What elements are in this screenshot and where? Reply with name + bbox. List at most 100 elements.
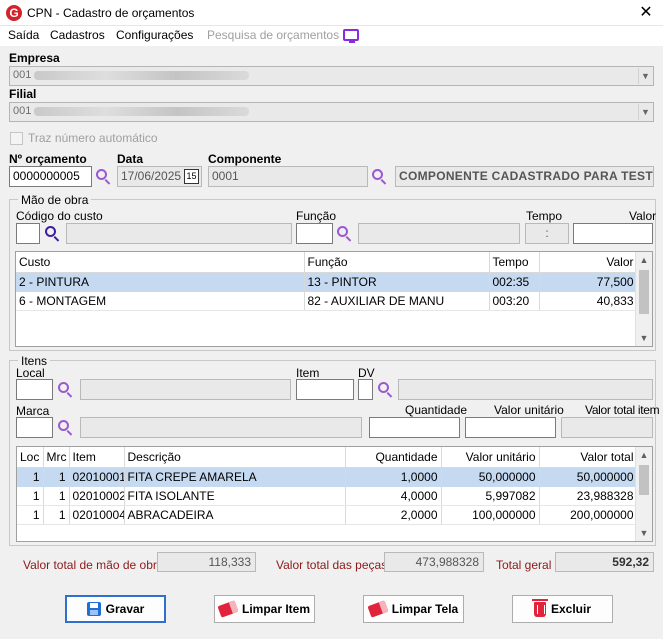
limpar-item-button[interactable]: Limpar Item bbox=[214, 595, 315, 623]
close-icon[interactable]: ✕ bbox=[636, 3, 656, 23]
column-header[interactable]: Loc bbox=[17, 447, 44, 468]
column-header[interactable]: Valor bbox=[539, 252, 638, 273]
table-row[interactable]: 2 - PINTURA 13 - PINTOR 002:35 77,500 bbox=[16, 272, 638, 292]
table-cell: 1 bbox=[43, 486, 70, 506]
dv-input[interactable] bbox=[358, 379, 373, 400]
vertical-scrollbar[interactable]: ▲ ▼ bbox=[635, 447, 652, 541]
mao-obra-title: Mão de obra bbox=[18, 193, 92, 207]
table-cell: 23,988328 bbox=[539, 486, 638, 506]
column-header[interactable]: Valor unitário bbox=[441, 447, 540, 468]
menu-saida[interactable]: Saída bbox=[8, 28, 39, 42]
valor-input[interactable] bbox=[573, 223, 653, 244]
data-value: 17/06/2025 bbox=[121, 169, 182, 183]
table-cell: 2 - PINTURA bbox=[16, 272, 305, 292]
table-row[interactable]: 1 1 02010002 FITA ISOLANTE 4,0000 5,9970… bbox=[17, 486, 638, 506]
chevron-up-icon[interactable]: ▲ bbox=[636, 252, 652, 268]
search-icon[interactable] bbox=[336, 225, 354, 243]
valor-unitario-label: Valor unitário bbox=[494, 403, 564, 417]
column-header[interactable]: Quantidade bbox=[345, 447, 442, 468]
funcao-input[interactable] bbox=[296, 223, 333, 244]
search-icon[interactable] bbox=[371, 168, 389, 186]
calendar-icon[interactable]: 15 bbox=[184, 169, 199, 184]
codigo-custo-input[interactable] bbox=[16, 223, 40, 244]
column-header[interactable]: Mrc bbox=[43, 447, 70, 468]
total-mao-obra-value: 118,333 bbox=[157, 552, 256, 572]
item-input[interactable] bbox=[296, 379, 354, 400]
menu-cadastros[interactable]: Cadastros bbox=[50, 28, 105, 42]
column-header[interactable]: Custo bbox=[16, 252, 305, 273]
local-input[interactable] bbox=[16, 379, 53, 400]
empresa-label: Empresa bbox=[9, 51, 60, 65]
vertical-scrollbar[interactable]: ▲ ▼ bbox=[635, 252, 652, 346]
table-cell: 50,000000 bbox=[539, 467, 638, 487]
excluir-button[interactable]: Excluir bbox=[512, 595, 613, 623]
menu-configuracoes[interactable]: Configurações bbox=[116, 28, 193, 42]
table-cell: 003:20 bbox=[489, 291, 540, 311]
chevron-down-icon[interactable]: ▼ bbox=[636, 330, 652, 346]
column-header[interactable]: Valor total bbox=[539, 447, 638, 468]
gravar-label: Gravar bbox=[105, 602, 145, 616]
table-cell: 02010002 bbox=[69, 486, 125, 506]
valor-total-item-input bbox=[561, 417, 653, 438]
chevron-down-icon[interactable]: ▼ bbox=[636, 525, 652, 541]
item-description bbox=[398, 379, 653, 400]
scrollbar-thumb[interactable] bbox=[639, 465, 649, 495]
app-logo-icon: G bbox=[6, 5, 22, 21]
limpar-tela-button[interactable]: Limpar Tela bbox=[363, 595, 464, 623]
quantidade-input[interactable] bbox=[369, 417, 460, 438]
total-pecas-label: Valor total das peças bbox=[276, 558, 388, 572]
column-header[interactable]: Tempo bbox=[489, 252, 540, 273]
local-description bbox=[80, 379, 291, 400]
filial-select[interactable]: 001 ▼ bbox=[9, 102, 654, 122]
table-cell: 4,0000 bbox=[345, 486, 442, 506]
table-cell: 1 bbox=[17, 467, 44, 487]
search-icon[interactable] bbox=[57, 381, 75, 399]
search-icon[interactable] bbox=[57, 419, 75, 437]
componente-input[interactable]: 0001 bbox=[208, 166, 368, 187]
table-cell: 02010001 bbox=[69, 467, 125, 487]
trash-icon bbox=[531, 598, 548, 617]
search-icon[interactable] bbox=[44, 225, 62, 243]
table-cell: 1 bbox=[43, 505, 70, 525]
table-cell: 200,000000 bbox=[539, 505, 638, 525]
orcamento-label: Nº orçamento bbox=[9, 152, 87, 166]
table-cell: 1 bbox=[17, 505, 44, 525]
limpar-item-label: Limpar Item bbox=[241, 602, 310, 616]
total-geral-value: 592,32 bbox=[555, 552, 654, 572]
eraser-icon bbox=[217, 600, 239, 618]
table-cell: 1 bbox=[43, 467, 70, 487]
table-row[interactable]: 6 - MONTAGEM 82 - AUXILIAR DE MANU 003:2… bbox=[16, 291, 638, 311]
valor-unitario-input[interactable] bbox=[465, 417, 556, 438]
table-cell: 100,000000 bbox=[441, 505, 540, 525]
table-cell: 6 - MONTAGEM bbox=[16, 291, 305, 311]
table-cell: 77,500 bbox=[539, 272, 638, 292]
search-icon[interactable] bbox=[95, 168, 113, 186]
total-pecas-value: 473,988328 bbox=[384, 552, 484, 572]
chevron-up-icon[interactable]: ▲ bbox=[636, 447, 652, 463]
column-header[interactable]: Descrição bbox=[124, 447, 346, 468]
grid-header: Loc Mrc Item Descrição Quantidade Valor … bbox=[17, 447, 638, 468]
chevron-down-icon[interactable]: ▼ bbox=[638, 104, 652, 120]
auto-number-checkbox[interactable] bbox=[10, 132, 23, 145]
search-icon[interactable] bbox=[377, 381, 395, 399]
orcamento-input[interactable]: 0000000005 bbox=[9, 166, 92, 187]
table-row[interactable]: 1 1 02010001 FITA CREPE AMARELA 1,0000 5… bbox=[17, 467, 638, 487]
valor-label: Valor bbox=[629, 209, 657, 223]
grid-header: Custo Função Tempo Valor bbox=[16, 252, 638, 273]
gravar-button[interactable]: Gravar bbox=[65, 595, 166, 623]
valor-total-item-label: Valor total item bbox=[585, 403, 660, 417]
tempo-input[interactable]: : bbox=[525, 223, 569, 244]
chevron-down-icon[interactable]: ▼ bbox=[638, 68, 652, 84]
filial-value: 001 bbox=[13, 105, 32, 117]
column-header[interactable]: Função bbox=[304, 252, 490, 273]
marca-label: Marca bbox=[16, 404, 50, 418]
empresa-select[interactable]: 001 ▼ bbox=[9, 66, 654, 86]
scrollbar-thumb[interactable] bbox=[639, 270, 649, 314]
marca-input[interactable] bbox=[16, 417, 53, 438]
limpar-tela-label: Limpar Tela bbox=[391, 602, 459, 616]
table-row[interactable]: 1 1 02010004 ABRACADEIRA 2,0000 100,0000… bbox=[17, 505, 638, 525]
column-header[interactable]: Item bbox=[69, 447, 125, 468]
monitor-icon[interactable] bbox=[343, 29, 359, 43]
table-cell: 13 - PINTOR bbox=[304, 272, 490, 292]
total-mao-obra-label: Valor total de mão de obra bbox=[23, 558, 164, 572]
